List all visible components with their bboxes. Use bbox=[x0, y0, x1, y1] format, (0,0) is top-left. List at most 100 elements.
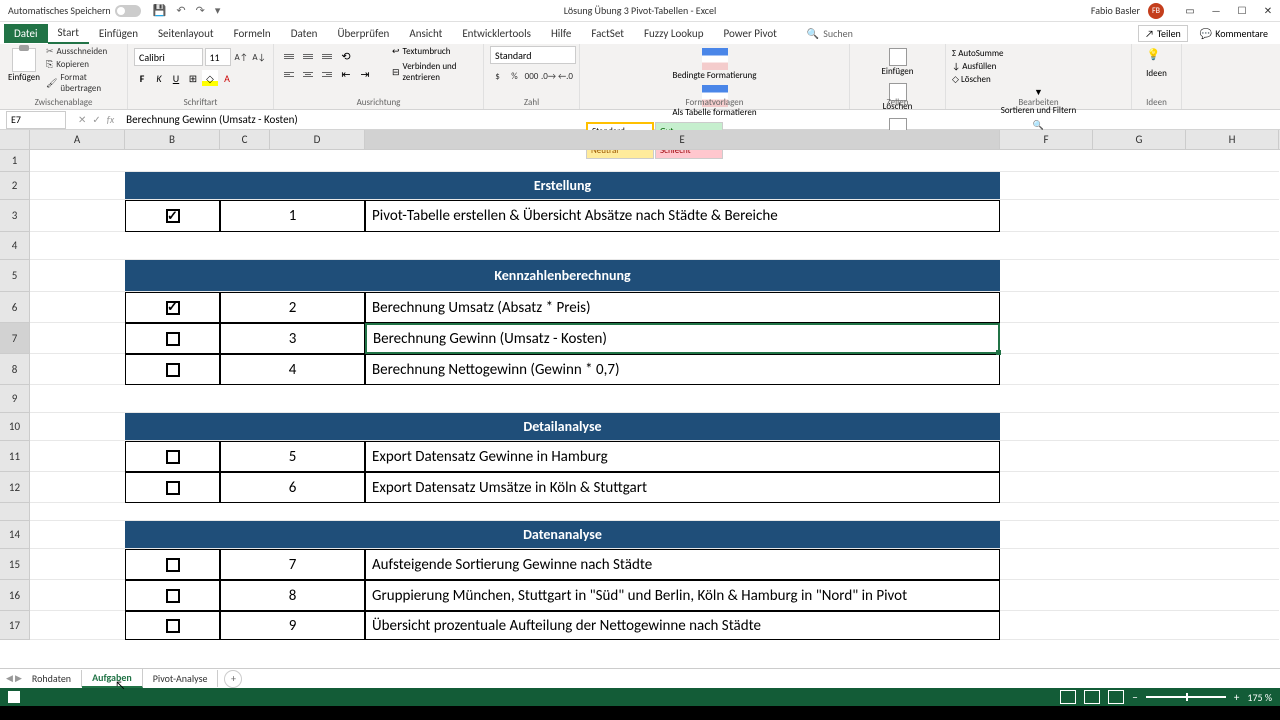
task-number[interactable]: 3 bbox=[220, 323, 365, 354]
italic-button[interactable]: K bbox=[151, 70, 167, 86]
close-icon[interactable]: ✕ bbox=[1256, 1, 1280, 21]
row-header[interactable]: 7 bbox=[0, 323, 30, 354]
indent-decrease-button[interactable]: ⇤ bbox=[337, 66, 355, 82]
font-color-button[interactable]: A bbox=[219, 70, 235, 86]
task-description[interactable]: Export Datensatz Gewinne in Hamburg bbox=[365, 441, 1000, 472]
redo-icon[interactable]: ↷ bbox=[196, 4, 205, 17]
accept-formula-icon[interactable]: ✓ bbox=[92, 113, 100, 126]
checkbox-cell[interactable] bbox=[125, 323, 220, 354]
row-header[interactable]: 3 bbox=[0, 200, 30, 232]
decimal-decrease-button[interactable]: ←.0 bbox=[558, 68, 573, 84]
avatar[interactable]: FB bbox=[1148, 3, 1164, 19]
zoom-in-button[interactable]: + bbox=[1234, 691, 1239, 704]
name-box[interactable]: E7 bbox=[6, 111, 66, 129]
zoom-out-button[interactable]: − bbox=[1132, 691, 1137, 704]
col-header-h[interactable]: H bbox=[1186, 130, 1279, 149]
row-header[interactable]: 5 bbox=[0, 260, 30, 292]
ribbon-options-icon[interactable]: ▭ bbox=[1178, 1, 1202, 21]
task-description[interactable]: Pivot-Tabelle erstellen & Übersicht Absä… bbox=[365, 200, 1000, 232]
align-center-button[interactable] bbox=[299, 66, 317, 82]
font-name-select[interactable]: Calibri bbox=[134, 48, 203, 66]
normal-view-button[interactable] bbox=[1060, 690, 1076, 704]
checkbox-cell[interactable] bbox=[125, 549, 220, 580]
section-header[interactable]: Erstellung bbox=[125, 172, 1000, 199]
record-macro-icon[interactable] bbox=[8, 691, 20, 703]
row-header[interactable]: 14 bbox=[0, 521, 30, 549]
currency-button[interactable]: $ bbox=[490, 68, 505, 84]
copy-button[interactable]: ⎘Kopieren bbox=[46, 59, 121, 70]
tab-ansicht[interactable]: Ansicht bbox=[399, 24, 452, 43]
tab-hilfe[interactable]: Hilfe bbox=[541, 24, 581, 43]
select-all-button[interactable] bbox=[0, 130, 30, 149]
checkbox-cell[interactable] bbox=[125, 472, 220, 503]
task-number[interactable]: 9 bbox=[220, 611, 365, 640]
task-description[interactable]: Berechnung Umsatz (Absatz * Preis) bbox=[365, 292, 1000, 323]
tab-powerpivot[interactable]: Power Pivot bbox=[713, 24, 786, 43]
undo-icon[interactable]: ↶ bbox=[176, 4, 185, 17]
row-header[interactable]: 6 bbox=[0, 292, 30, 323]
col-header-b[interactable]: B bbox=[125, 130, 220, 149]
tab-daten[interactable]: Daten bbox=[281, 24, 328, 43]
clear-button[interactable]: ◇ Löschen bbox=[952, 74, 1125, 85]
checkbox-cell[interactable]: ✓ bbox=[125, 200, 220, 232]
task-number[interactable]: 6 bbox=[220, 472, 365, 503]
percent-button[interactable]: % bbox=[507, 68, 522, 84]
row-header[interactable]: 10 bbox=[0, 413, 30, 441]
merge-button[interactable]: ⊟Verbinden und zentrieren bbox=[392, 61, 477, 83]
col-header-g[interactable]: G bbox=[1093, 130, 1186, 149]
add-sheet-button[interactable]: + bbox=[224, 670, 242, 688]
tab-fuzzy[interactable]: Fuzzy Lookup bbox=[634, 24, 714, 43]
row-header[interactable]: 1 bbox=[0, 150, 30, 172]
maximize-icon[interactable]: ☐ bbox=[1230, 1, 1254, 21]
row-header[interactable]: 16 bbox=[0, 580, 30, 611]
checkbox-cell[interactable] bbox=[125, 580, 220, 611]
underline-button[interactable]: U bbox=[168, 70, 184, 86]
align-middle-button[interactable] bbox=[299, 48, 317, 64]
row-header[interactable]: 11 bbox=[0, 441, 30, 472]
col-header-a[interactable]: A bbox=[30, 130, 125, 149]
checkbox-cell[interactable] bbox=[125, 441, 220, 472]
task-description[interactable]: Aufsteigende Sortierung Gewinne nach Stä… bbox=[365, 549, 1000, 580]
task-description[interactable]: Übersicht prozentuale Aufteilung der Net… bbox=[365, 611, 1000, 640]
col-header-d[interactable]: D bbox=[270, 130, 365, 149]
row-header[interactable] bbox=[0, 503, 30, 521]
row-header[interactable]: 8 bbox=[0, 354, 30, 385]
wrap-text-button[interactable]: ↩Textumbruch bbox=[392, 46, 477, 57]
conditional-format-button[interactable]: Bedingte Formatierung bbox=[586, 46, 843, 83]
bulb-icon[interactable]: 💡 bbox=[1147, 48, 1167, 68]
minimize-icon[interactable]: — bbox=[1204, 1, 1228, 21]
col-header-f[interactable]: F bbox=[1000, 130, 1093, 149]
checkbox-cell[interactable] bbox=[125, 354, 220, 385]
task-number[interactable]: 7 bbox=[220, 549, 365, 580]
share-button[interactable]: ↗ Teilen bbox=[1138, 25, 1188, 42]
sheet-tab-aufgaben[interactable]: Aufgaben bbox=[82, 669, 143, 688]
comments-button[interactable]: 💬 Kommentare bbox=[1196, 26, 1272, 41]
zoom-value[interactable]: 175 % bbox=[1247, 691, 1272, 704]
tab-factset[interactable]: FactSet bbox=[581, 24, 634, 43]
page-layout-view-button[interactable] bbox=[1084, 690, 1100, 704]
align-left-button[interactable] bbox=[280, 66, 298, 82]
col-header-c[interactable]: C bbox=[220, 130, 270, 149]
col-header-e[interactable]: E bbox=[365, 130, 1000, 149]
paste-button[interactable]: Einfügen bbox=[6, 46, 42, 94]
fx-icon[interactable]: fx bbox=[107, 113, 114, 126]
search-box[interactable]: 🔍 Suchen bbox=[807, 27, 853, 40]
section-header[interactable]: Kennzahlenberechnung bbox=[125, 260, 1000, 291]
align-right-button[interactable] bbox=[318, 66, 336, 82]
format-painter-button[interactable]: 🖌Format übertragen bbox=[46, 72, 121, 94]
tab-seitenlayout[interactable]: Seitenlayout bbox=[148, 24, 224, 43]
checkbox-cell[interactable] bbox=[125, 611, 220, 640]
task-number[interactable]: 8 bbox=[220, 580, 365, 611]
sheet-nav[interactable]: ◀ ▶ bbox=[6, 673, 22, 684]
autosave-toggle[interactable]: Automatisches Speichern bbox=[8, 4, 141, 17]
qat-dropdown-icon[interactable]: ▾ bbox=[215, 4, 221, 17]
row-header[interactable]: 17 bbox=[0, 611, 30, 640]
row-header[interactable]: 12 bbox=[0, 472, 30, 503]
row-header[interactable]: 4 bbox=[0, 232, 30, 260]
user-name[interactable]: Fabio Basler bbox=[1091, 4, 1140, 17]
page-break-view-button[interactable] bbox=[1108, 690, 1124, 704]
fill-color-button[interactable]: ◇ bbox=[202, 70, 218, 86]
cancel-formula-icon[interactable]: ✕ bbox=[78, 113, 86, 126]
task-description[interactable]: Berechnung Gewinn (Umsatz - Kosten) bbox=[365, 323, 1000, 354]
row-header[interactable]: 15 bbox=[0, 549, 30, 580]
